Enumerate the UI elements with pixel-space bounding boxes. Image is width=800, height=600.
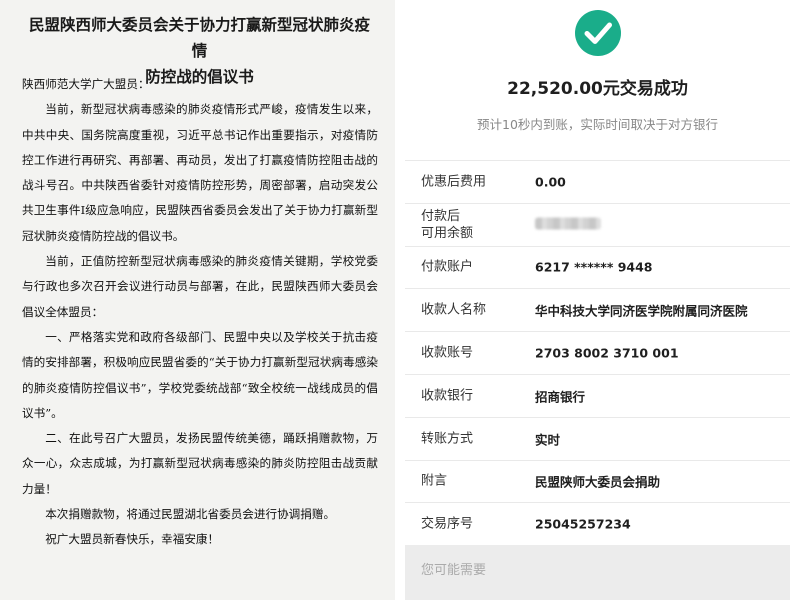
letter-paragraph: 当前，正值防控新型冠状病毒感染的肺炎疫情关键期，学校党委与行政也多次召开会议进行…	[22, 254, 378, 319]
detail-label: 附言	[421, 473, 448, 489]
arrival-hint: 预计10秒内到账，实际时间取决于对方银行	[477, 117, 718, 132]
detail-label: 交易序号	[421, 516, 474, 532]
transaction-details: 优惠后费用 0.00 付款后 可用余额 付款账户 6217 ****** 944…	[405, 160, 790, 546]
detail-row-payee-account: 收款账号 2703 8002 3710 001	[405, 331, 790, 374]
detail-value: 招商银行	[535, 389, 586, 405]
detail-value: 华中科技大学同济医学院附属同济医院	[535, 303, 748, 319]
detail-label: 转账方式	[421, 431, 474, 447]
detail-value: 0.00	[535, 174, 566, 190]
detail-label: 收款账号	[421, 345, 474, 361]
check-circle-icon	[575, 10, 621, 56]
letter-body: 陕西师范大学广大盟员： 当前，新型冠状病毒感染的肺炎疫情形式严峻，疫情发生以来，…	[22, 72, 378, 553]
detail-row-balance: 付款后 可用余额	[405, 202, 790, 246]
letter-paragraph: 当前，新型冠状病毒感染的肺炎疫情形式严峻，疫情发生以来，中共中央、国务院高度重视…	[22, 102, 378, 243]
detail-label: 收款人名称	[421, 302, 487, 318]
detail-row-payer-account: 付款账户 6217 ****** 9448	[405, 245, 790, 289]
letter-salutation: 陕西师范大学广大盟员：	[22, 77, 150, 91]
you-may-need-section[interactable]: 您可能需要	[405, 545, 790, 600]
proposal-letter-image: 民盟陕西师大委员会关于协力打赢新型冠状肺炎疫情 防控战的倡议书 陕西师范大学广大…	[0, 0, 395, 600]
detail-row-payee-name: 收款人名称 华中科技大学同济医学院附属同济医院	[405, 288, 790, 331]
letter-paragraph: 祝广大盟员新春快乐，幸福安康！	[45, 532, 220, 547]
letter-title-line1: 民盟陕西师大委员会关于协力打赢新型冠状肺炎疫情	[28, 15, 370, 60]
panel-divider	[395, 0, 405, 600]
detail-value: 2703 8002 3710 001	[535, 345, 679, 361]
detail-row-serial-number: 交易序号 25045257234	[405, 502, 790, 545]
letter-paragraph: 一、严格落实党和政府各级部门、民盟中央以及学校关于抗击疫情的安排部署，积极响应民…	[22, 329, 378, 420]
detail-label: 收款银行	[421, 388, 474, 404]
detail-value: 25045257234	[535, 516, 631, 532]
detail-value: 6217 ****** 9448	[535, 259, 653, 275]
transaction-amount-status: 22,520.00元交易成功	[507, 79, 688, 99]
detail-row-payee-bank: 收款银行 招商银行	[405, 373, 790, 417]
detail-row-remark: 附言 民盟陕师大委员会捐助	[405, 459, 790, 503]
detail-row-transfer-mode: 转账方式 实时	[405, 416, 790, 460]
letter-paragraph: 本次捐赠款物，将通过民盟湖北省委员会进行协调捐赠。	[45, 507, 336, 522]
blurred-balance-value	[535, 217, 601, 232]
detail-label: 付款后 可用余额	[421, 208, 474, 241]
detail-row-fee: 优惠后费用 0.00	[405, 160, 790, 203]
transfer-receipt: 22,520.00元交易成功 预计10秒内到账，实际时间取决于对方银行 优惠后费…	[405, 0, 790, 600]
letter-paragraph: 二、在此号召广大盟员，发扬民盟传统美德，踊跃捐赠款物，万众一心，众志成城，为打赢…	[22, 431, 378, 496]
detail-value: 民盟陕师大委员会捐助	[535, 474, 661, 490]
detail-label: 优惠后费用	[421, 174, 487, 190]
you-may-need-label: 您可能需要	[421, 563, 487, 578]
detail-value: 实时	[535, 432, 561, 448]
detail-label: 付款账户	[421, 259, 474, 275]
success-header: 22,520.00元交易成功 预计10秒内到账，实际时间取决于对方银行	[405, 0, 790, 160]
